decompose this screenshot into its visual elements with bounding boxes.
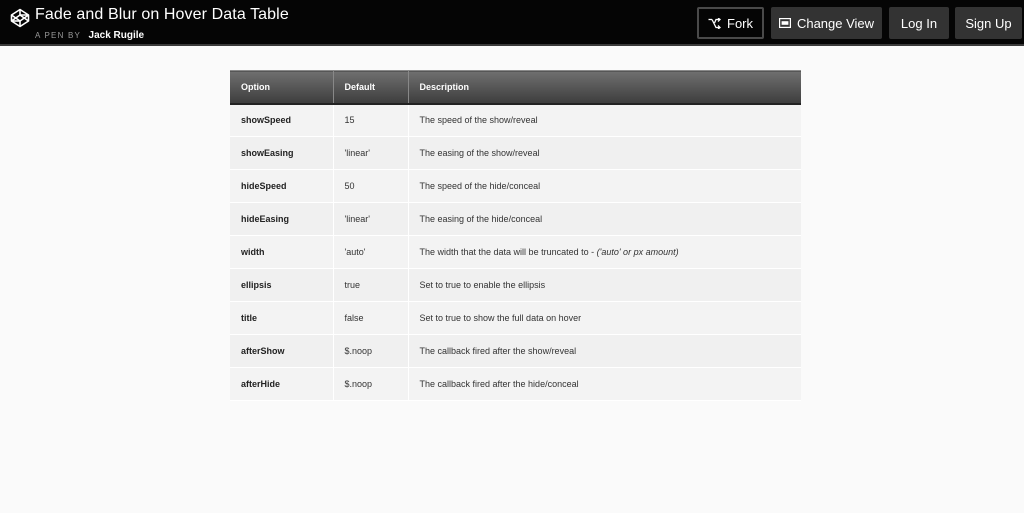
description-cell: The callback fired after the hide/concea… <box>408 367 801 401</box>
option-cell: hideSpeed <box>230 169 334 203</box>
table-row[interactable]: width 'auto' The width that the data wil… <box>230 235 801 269</box>
default-cell: $.noop <box>333 367 409 401</box>
option-cell: ellipsis <box>230 268 334 302</box>
option-cell: afterShow <box>230 334 334 368</box>
option-cell: showEasing <box>230 136 334 170</box>
change-view-label: Change View <box>796 15 875 31</box>
a-pen-by-label: A PEN BY <box>35 31 82 40</box>
sign-up-label: Sign Up <box>965 15 1012 31</box>
default-cell: 50 <box>333 169 409 203</box>
table-row[interactable]: afterShow $.noop The callback fired afte… <box>230 334 801 368</box>
description-cell: The callback fired after the show/reveal <box>408 334 801 368</box>
default-cell: 'linear' <box>333 136 409 170</box>
pen-title: Fade and Blur on Hover Data Table <box>35 6 289 23</box>
options-table: Option Default Description showSpeed 15 … <box>230 70 801 401</box>
default-cell: true <box>333 268 409 302</box>
table-row[interactable]: showSpeed 15 The speed of the show/revea… <box>230 103 801 137</box>
default-cell: false <box>333 301 409 335</box>
default-cell: 15 <box>333 103 409 137</box>
default-cell: 'linear' <box>333 202 409 236</box>
change-view-button[interactable]: Change View <box>771 7 882 39</box>
table-row[interactable]: hideEasing 'linear' The easing of the hi… <box>230 202 801 236</box>
description-cell: The easing of the hide/conceal <box>408 202 801 236</box>
sign-up-button[interactable]: Sign Up <box>955 7 1022 39</box>
log-in-label: Log In <box>900 15 938 31</box>
fork-button[interactable]: Fork <box>697 7 764 39</box>
description-cell: The speed of the hide/conceal <box>408 169 801 203</box>
default-cell: $.noop <box>333 334 409 368</box>
log-in-button[interactable]: Log In <box>889 7 949 39</box>
table-row[interactable]: showEasing 'linear' The easing of the sh… <box>230 136 801 170</box>
description-cell: The speed of the show/reveal <box>408 103 801 137</box>
option-cell: title <box>230 301 334 335</box>
fork-label: Fork <box>727 15 753 31</box>
author-link[interactable]: Jack Rugile <box>89 30 145 41</box>
table-row[interactable]: hideSpeed 50 The speed of the hide/conce… <box>230 169 801 203</box>
table-row[interactable]: title false Set to true to show the full… <box>230 301 801 335</box>
header-description: Description <box>408 70 801 105</box>
option-cell: hideEasing <box>230 202 334 236</box>
description-cell: The width that the data will be truncate… <box>408 235 801 269</box>
codepen-logo-icon[interactable] <box>10 8 30 28</box>
default-cell: 'auto' <box>333 235 409 269</box>
pen-byline: A PEN BY Jack Rugile <box>35 28 144 41</box>
fork-icon <box>708 17 721 29</box>
header-option: Option <box>230 70 334 105</box>
table-row[interactable]: ellipsis true Set to true to enable the … <box>230 268 801 302</box>
description-cell: Set to true to show the full data on hov… <box>408 301 801 335</box>
table-header-row: Option Default Description <box>230 70 801 105</box>
top-bar: Fade and Blur on Hover Data Table A PEN … <box>0 0 1024 46</box>
description-text: The width that the data will be truncate… <box>419 247 597 257</box>
table-row[interactable]: afterHide $.noop The callback fired afte… <box>230 367 801 401</box>
description-cell: Set to true to enable the ellipsis <box>408 268 801 302</box>
description-cell: The easing of the show/reveal <box>408 136 801 170</box>
option-cell: width <box>230 235 334 269</box>
description-note: ('auto' or px amount) <box>596 247 679 257</box>
option-cell: afterHide <box>230 367 334 401</box>
change-view-icon <box>778 18 791 28</box>
header-default: Default <box>333 70 409 105</box>
option-cell: showSpeed <box>230 103 334 137</box>
data-table-container: Option Default Description showSpeed 15 … <box>230 70 801 401</box>
